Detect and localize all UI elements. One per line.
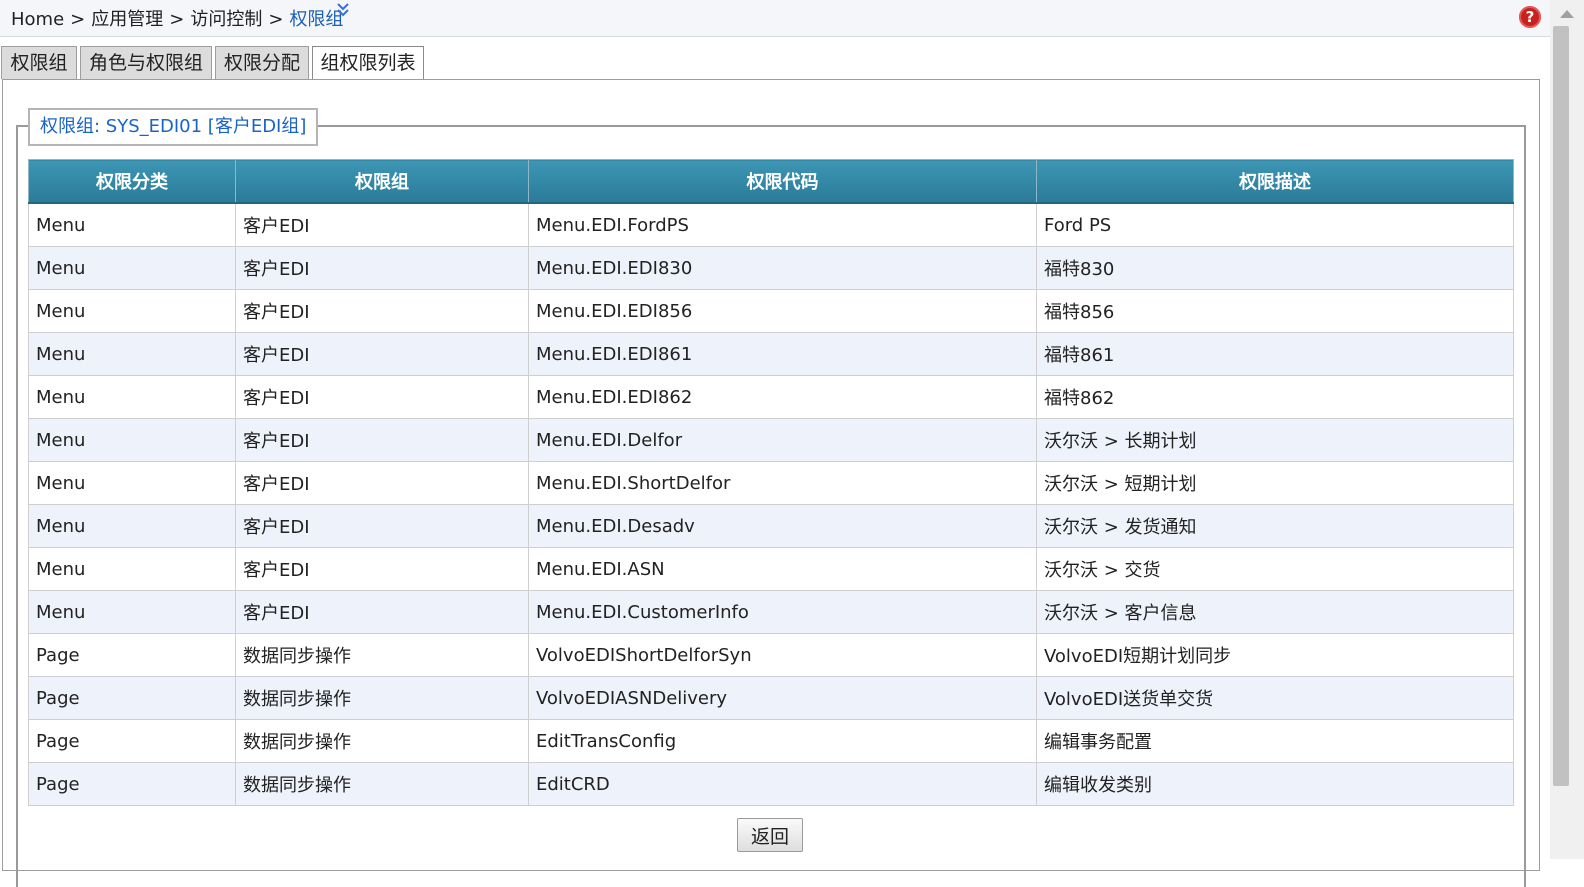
cell-description: 沃尔沃 > 发货通知 xyxy=(1036,504,1514,548)
table-row[interactable]: Page 数据同步操作 EditCRD 编辑收发类别 xyxy=(28,762,1514,806)
breadcrumb-home[interactable]: Home xyxy=(11,9,64,30)
cell-category: Page xyxy=(28,633,236,677)
cell-category: Menu xyxy=(28,418,236,462)
cell-description: 福特862 xyxy=(1036,375,1514,419)
cell-group: 数据同步操作 xyxy=(235,633,529,677)
column-header-category[interactable]: 权限分类 xyxy=(28,159,236,204)
cell-description: 编辑收发类别 xyxy=(1036,762,1514,806)
column-header-description[interactable]: 权限描述 xyxy=(1036,159,1514,204)
table-row[interactable]: Menu 客户EDI Menu.EDI.FordPS Ford PS xyxy=(28,202,1514,247)
cell-description: 沃尔沃 > 短期计划 xyxy=(1036,461,1514,505)
cell-category: Page xyxy=(28,719,236,763)
tab-permission-group[interactable]: 权限组 xyxy=(1,46,77,79)
cell-code: Menu.EDI.Desadv xyxy=(528,504,1037,548)
cell-group: 数据同步操作 xyxy=(235,676,529,720)
column-header-code[interactable]: 权限代码 xyxy=(528,159,1037,204)
cell-category: Menu xyxy=(28,375,236,419)
cell-group: 客户EDI xyxy=(235,418,529,462)
tab-permission-assignment[interactable]: 权限分配 xyxy=(215,46,309,79)
table-row[interactable]: Menu 客户EDI Menu.EDI.ASN 沃尔沃 > 交货 xyxy=(28,547,1514,591)
breadcrumb-app-management[interactable]: 应用管理 xyxy=(91,9,163,30)
table-header-row: 权限分类 权限组 权限代码 权限描述 xyxy=(28,159,1514,204)
column-header-group[interactable]: 权限组 xyxy=(235,159,529,204)
cell-category: Menu xyxy=(28,202,236,247)
scroll-up-icon[interactable] xyxy=(1560,10,1574,18)
group-legend: 权限组: SYS_EDI01 [客户EDI组] xyxy=(28,108,319,146)
cell-category: Menu xyxy=(28,246,236,290)
cell-code: Menu.EDI.EDI861 xyxy=(528,332,1037,376)
cell-group: 客户EDI xyxy=(235,547,529,591)
cell-code: VolvoEDIShortDelforSyn xyxy=(528,633,1037,677)
cell-group: 数据同步操作 xyxy=(235,762,529,806)
back-button[interactable]: 返回 xyxy=(737,818,803,852)
cell-group: 客户EDI xyxy=(235,289,529,333)
cell-group: 客户EDI xyxy=(235,504,529,548)
cell-code: Menu.EDI.ASN xyxy=(528,547,1037,591)
breadcrumb-separator: > xyxy=(169,9,185,30)
cell-description: 福特856 xyxy=(1036,289,1514,333)
breadcrumb-bar: Home > 应用管理 > 访问控制 > 权限组 ? xyxy=(0,0,1550,37)
cell-code: Menu.EDI.EDI830 xyxy=(528,246,1037,290)
cell-code: EditCRD xyxy=(528,762,1037,806)
tab-role-and-permission-group[interactable]: 角色与权限组 xyxy=(80,46,212,79)
cell-description: 沃尔沃 > 长期计划 xyxy=(1036,418,1514,462)
cell-group: 客户EDI xyxy=(235,246,529,290)
table-row[interactable]: Menu 客户EDI Menu.EDI.EDI861 福特861 xyxy=(28,332,1514,376)
breadcrumb: Home > 应用管理 > 访问控制 > 权限组 xyxy=(11,5,343,31)
table-row[interactable]: Menu 客户EDI Menu.EDI.EDI830 福特830 xyxy=(28,246,1514,290)
cell-group: 客户EDI xyxy=(235,375,529,419)
cell-description: 沃尔沃 > 客户信息 xyxy=(1036,590,1514,634)
cell-category: Menu xyxy=(28,590,236,634)
cell-code: Menu.EDI.FordPS xyxy=(528,202,1037,247)
table-row[interactable]: Menu 客户EDI Menu.EDI.EDI856 福特856 xyxy=(28,289,1514,333)
cell-code: VolvoEDIASNDelivery xyxy=(528,676,1037,720)
cell-group: 客户EDI xyxy=(235,202,529,247)
cell-description: VolvoEDI送货单交货 xyxy=(1036,676,1514,720)
cell-code: EditTransConfig xyxy=(528,719,1037,763)
cell-description: 福特830 xyxy=(1036,246,1514,290)
cell-category: Menu xyxy=(28,547,236,591)
table-row[interactable]: Page 数据同步操作 VolvoEDIShortDelforSyn VolvoEDI… xyxy=(28,633,1514,677)
cell-category: Page xyxy=(28,676,236,720)
cell-code: Menu.EDI.CustomerInfo xyxy=(528,590,1037,634)
cell-description: 沃尔沃 > 交货 xyxy=(1036,547,1514,591)
cell-category: Page xyxy=(28,762,236,806)
cell-group: 数据同步操作 xyxy=(235,719,529,763)
breadcrumb-separator: > xyxy=(268,9,284,30)
cell-code: Menu.EDI.ShortDelfor xyxy=(528,461,1037,505)
cell-code: Menu.EDI.Delfor xyxy=(528,418,1037,462)
tab-group-permission-list[interactable]: 组权限列表 xyxy=(312,46,424,81)
cell-category: Menu xyxy=(28,504,236,548)
table-row[interactable]: Menu 客户EDI Menu.EDI.CustomerInfo 沃尔沃 > 客户信息 xyxy=(28,590,1514,634)
help-icon[interactable]: ? xyxy=(1519,6,1541,28)
cell-description: 编辑事务配置 xyxy=(1036,719,1514,763)
double-chevron-down-icon[interactable] xyxy=(336,2,350,18)
cell-category: Menu xyxy=(28,461,236,505)
cell-description: VolvoEDI短期计划同步 xyxy=(1036,633,1514,677)
breadcrumb-separator: > xyxy=(70,9,86,30)
permissions-table: 权限分类 权限组 权限代码 权限描述 Menu 客户EDI Menu.EDI.For… xyxy=(28,159,1514,806)
cell-group: 客户EDI xyxy=(235,332,529,376)
table-body: Menu 客户EDI Menu.EDI.FordPS Ford PS Menu 客户EDI… xyxy=(28,202,1514,806)
breadcrumb-access-control[interactable]: 访问控制 xyxy=(190,9,262,30)
scrollbar-thumb[interactable] xyxy=(1553,26,1569,786)
table-row[interactable]: Menu 客户EDI Menu.EDI.Delfor 沃尔沃 > 长期计划 xyxy=(28,418,1514,462)
cell-code: Menu.EDI.EDI862 xyxy=(528,375,1037,419)
cell-code: Menu.EDI.EDI856 xyxy=(528,289,1037,333)
table-row[interactable]: Menu 客户EDI Menu.EDI.EDI862 福特862 xyxy=(28,375,1514,419)
table-row[interactable]: Menu 客户EDI Menu.EDI.ShortDelfor 沃尔沃 > 短期计划 xyxy=(28,461,1514,505)
cell-category: Menu xyxy=(28,332,236,376)
table-row[interactable]: Menu 客户EDI Menu.EDI.Desadv 沃尔沃 > 发货通知 xyxy=(28,504,1514,548)
cell-category: Menu xyxy=(28,289,236,333)
cell-description: 福特861 xyxy=(1036,332,1514,376)
table-row[interactable]: Page 数据同步操作 VolvoEDIASNDelivery VolvoEDI送货单… xyxy=(28,676,1514,720)
cell-description: Ford PS xyxy=(1036,202,1514,247)
cell-group: 客户EDI xyxy=(235,461,529,505)
vertical-scrollbar[interactable] xyxy=(1550,0,1584,859)
cell-group: 客户EDI xyxy=(235,590,529,634)
table-row[interactable]: Page 数据同步操作 EditTransConfig 编辑事务配置 xyxy=(28,719,1514,763)
